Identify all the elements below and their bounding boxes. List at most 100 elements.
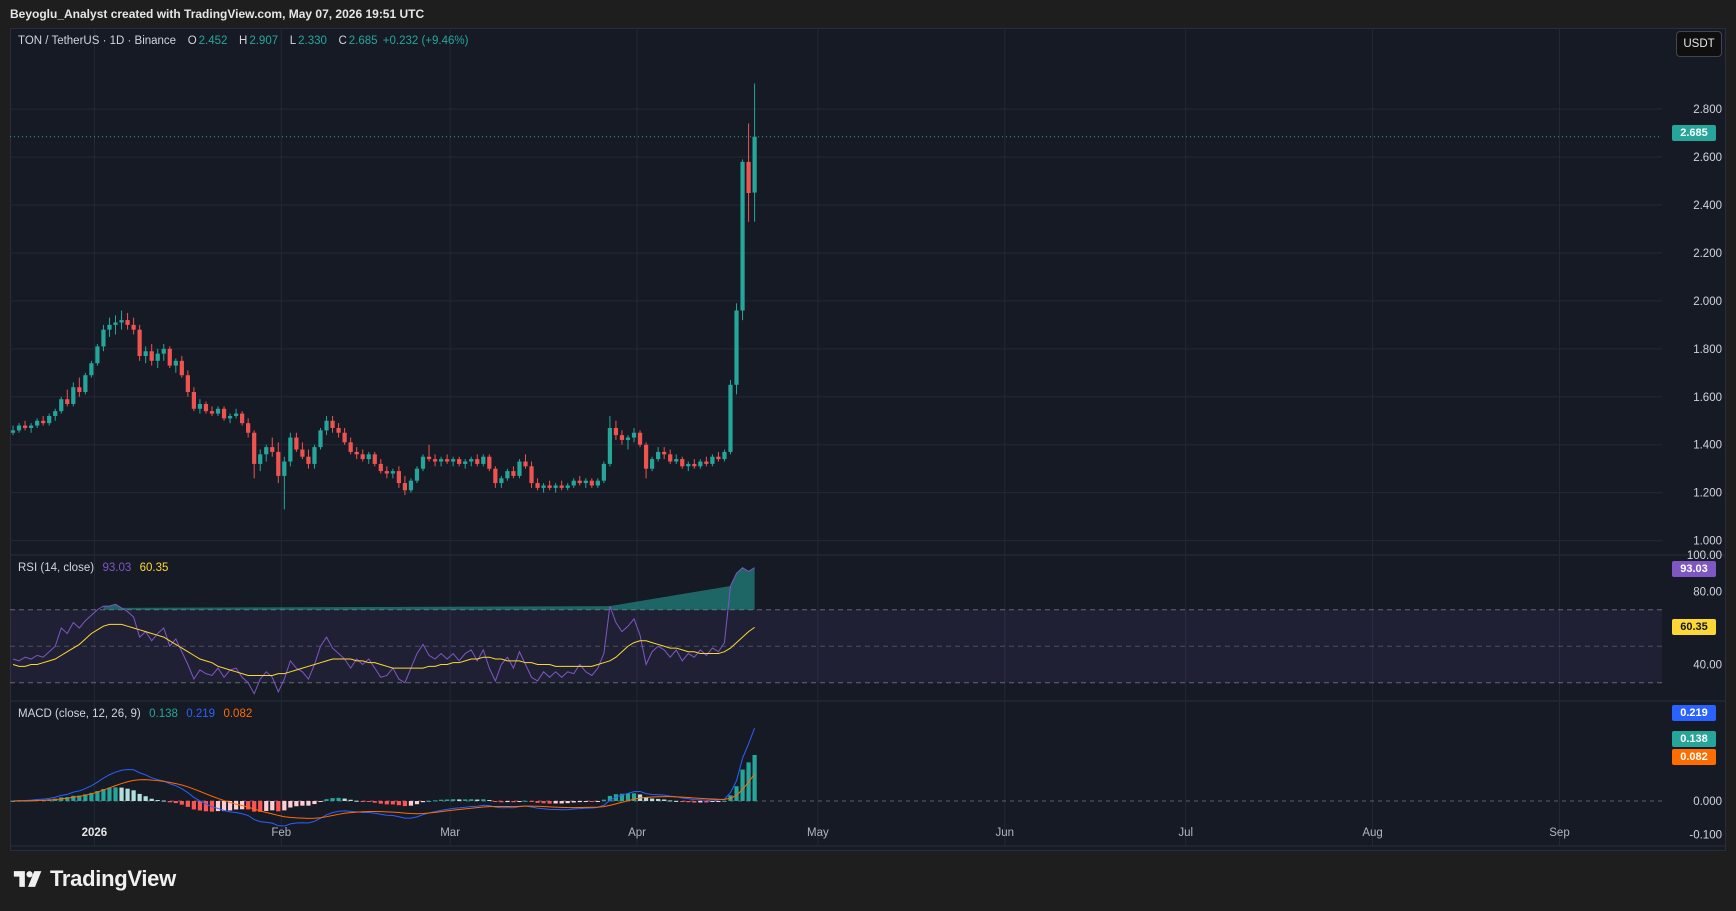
- candle-body: [336, 427, 341, 433]
- candle-body: [475, 459, 480, 464]
- candle-body: [595, 480, 600, 486]
- time-tick-label: Sep: [1549, 827, 1569, 839]
- candle-body: [306, 456, 311, 464]
- symbol-label[interactable]: TON / TetherUS · 1D · Binance: [18, 35, 176, 47]
- candle-body: [438, 459, 444, 462]
- macd-histogram-bar: [155, 800, 160, 802]
- candle-body: [101, 329, 106, 347]
- macd-histogram-bar: [366, 801, 371, 802]
- price-tick-label: 1.800: [1693, 344, 1722, 356]
- candle-body: [360, 454, 365, 460]
- candle-body: [589, 480, 594, 486]
- currency-button[interactable]: USDT: [1676, 31, 1722, 57]
- macd-histogram-bar: [523, 800, 528, 802]
- macd-hist-value: 0.138: [149, 708, 178, 720]
- candle-body: [746, 161, 751, 194]
- macd-histogram-bar: [662, 799, 667, 801]
- candle-body: [47, 415, 52, 424]
- rsi-ma-tag: 60.35: [1672, 619, 1716, 635]
- candle-body: [161, 348, 166, 354]
- macd-histogram-bar: [414, 801, 420, 805]
- macd-histogram-bar: [300, 801, 305, 806]
- tradingview-logo[interactable]: TradingView: [12, 866, 176, 892]
- candle-body: [662, 451, 667, 455]
- macd-histogram-bar: [107, 787, 112, 801]
- candle-body: [432, 459, 438, 462]
- time-tick-label: Feb: [271, 827, 291, 839]
- rsi-title[interactable]: RSI (14, close): [18, 562, 94, 574]
- macd-histogram-bar: [704, 801, 709, 803]
- candle-body: [752, 136, 757, 193]
- candle-body: [53, 411, 58, 416]
- macd-histogram-bar: [215, 801, 221, 812]
- macd-legend: MACD (close, 12, 26, 9) 0.138 0.219 0.08…: [18, 708, 254, 720]
- time-tick-label: May: [807, 827, 829, 839]
- candle-body: [318, 430, 323, 448]
- candle-body: [378, 463, 383, 472]
- candle-body: [529, 466, 534, 484]
- macd-histogram-bar: [692, 801, 697, 803]
- chart-canvas[interactable]: 2026 Feb Mar Apr May Jun Jul Aug Sep 2.800 2.600 2.…: [10, 28, 1726, 851]
- macd-histogram-bar: [722, 800, 727, 802]
- macd-histogram-bar: [119, 787, 124, 801]
- candle-body: [240, 413, 245, 424]
- candle-body: [445, 459, 450, 462]
- price-tick-label: 2.400: [1693, 200, 1722, 212]
- macd-histogram-bar: [511, 801, 516, 803]
- candle-body: [119, 320, 124, 323]
- macd-histogram-bar: [282, 801, 287, 811]
- macd-histogram-bar: [125, 788, 130, 801]
- candle-body: [601, 463, 606, 481]
- candle-body: [390, 471, 395, 474]
- rsi-tag: 93.03: [1672, 561, 1716, 577]
- candle-body: [89, 363, 94, 376]
- candle-body: [107, 324, 112, 330]
- candle-body: [41, 420, 46, 424]
- macd-hist-tag: 0.138: [1672, 731, 1716, 747]
- macd-histogram-bar: [481, 799, 486, 801]
- candle-body: [197, 403, 203, 409]
- candle-body: [342, 432, 347, 443]
- macd-histogram-bar: [487, 800, 492, 802]
- candle-body: [698, 461, 703, 467]
- macd-histogram-bar: [149, 798, 154, 801]
- grid-lines: [10, 28, 1726, 847]
- macd-tag: 0.219: [1672, 705, 1716, 721]
- candle-body: [312, 447, 317, 464]
- candle-body: [35, 420, 40, 426]
- tradingview-logo-icon: [13, 871, 42, 887]
- candle-body: [227, 415, 233, 419]
- candle-body: [83, 375, 88, 392]
- macd-histogram-bar: [342, 798, 347, 801]
- macd-histogram-bar: [571, 801, 576, 803]
- attribution-text: Beyoglu_Analyst created with TradingView…: [10, 7, 425, 21]
- macd-histogram-bar: [179, 801, 184, 805]
- candle-body: [541, 485, 546, 488]
- macd-histogram-bar: [306, 801, 311, 806]
- candle-body: [28, 425, 34, 428]
- top-bar: Beyoglu_Analyst created with TradingView…: [0, 0, 1736, 28]
- macd-histogram-bar: [529, 801, 534, 802]
- macd-histogram-bar: [197, 801, 203, 811]
- macd-histogram-bar: [276, 801, 281, 812]
- candle-body: [565, 485, 570, 488]
- candle-body: [173, 360, 178, 366]
- price-tick-label: 1.000: [1693, 536, 1722, 548]
- candle-body: [233, 413, 239, 416]
- candle-body: [505, 471, 510, 479]
- candle-body: [553, 485, 558, 488]
- macd-histogram-bar: [553, 801, 558, 804]
- macd-title[interactable]: MACD (close, 12, 26, 9): [18, 708, 141, 720]
- macd-histogram-bar: [143, 796, 148, 801]
- candle-body: [137, 329, 142, 357]
- price-legend: TON / TetherUS · 1D · Binance O 2.452 H 2.…: [18, 35, 470, 47]
- macd-histogram-bar: [583, 801, 588, 802]
- macd-histogram-bar: [674, 800, 679, 802]
- candle-body: [619, 435, 625, 440]
- macd-histogram-bar: [113, 787, 118, 801]
- candle-body: [384, 471, 389, 474]
- macd-histogram-bar: [686, 801, 691, 803]
- candle-body: [294, 437, 299, 450]
- macd-histogram-bar: [475, 799, 480, 801]
- macd-histogram-bar: [541, 801, 546, 804]
